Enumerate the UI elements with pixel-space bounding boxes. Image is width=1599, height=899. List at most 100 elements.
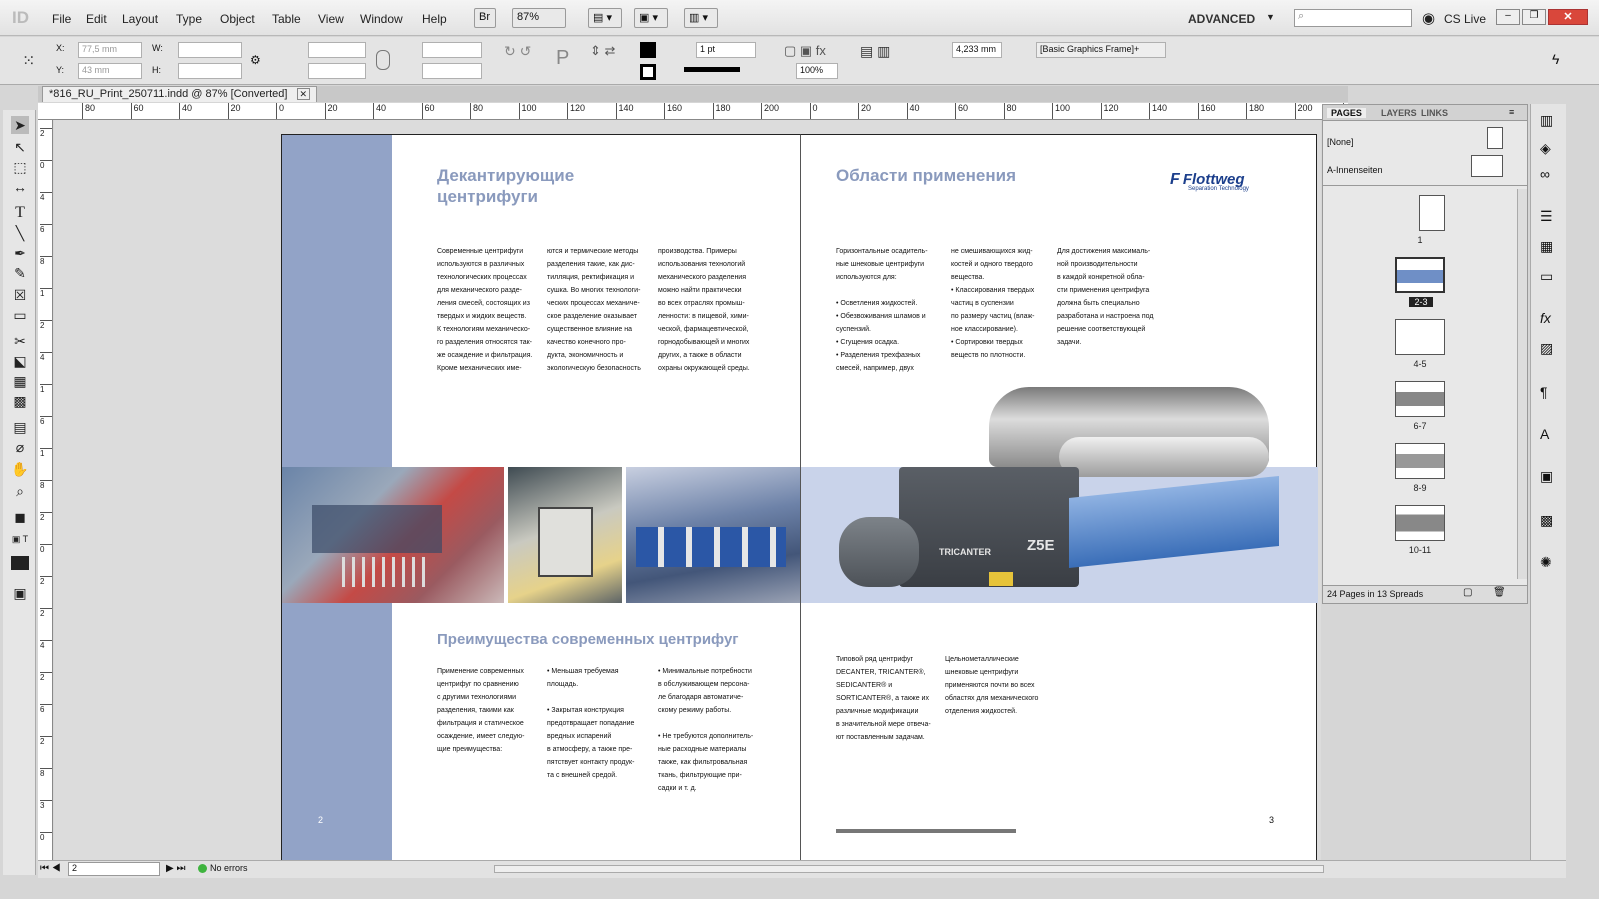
eyedropper-tool-icon[interactable]: ⌀: [11, 438, 29, 456]
layers-panel-icon[interactable]: ◈: [1540, 140, 1551, 157]
x-position-field[interactable]: 77,5 mm: [78, 42, 142, 58]
stroke-swatch-icon[interactable]: [640, 64, 656, 80]
search-input[interactable]: ⌕: [1294, 9, 1412, 27]
align-icons[interactable]: ▤ ▥: [860, 43, 890, 60]
scale-x-field[interactable]: [308, 42, 366, 58]
delete-page-icon[interactable]: 🗑: [1493, 587, 1506, 598]
width-field[interactable]: [178, 42, 242, 58]
hand-tool-icon[interactable]: ✋: [11, 460, 29, 478]
panel-scrollbar[interactable]: [1517, 189, 1527, 579]
page-thumb-6-7[interactable]: [1395, 381, 1445, 417]
screen-mode-icon[interactable]: ▣ ▾: [634, 8, 668, 28]
normal-view-icon[interactable]: [11, 556, 29, 570]
hyperlinks-panel-icon[interactable]: ▩: [1540, 512, 1553, 529]
tab-layers[interactable]: LAYERS: [1381, 108, 1417, 118]
rectangle-tool-icon[interactable]: ▭: [11, 306, 29, 324]
scale-y-field[interactable]: [308, 63, 366, 79]
line-tool-icon[interactable]: ╲: [11, 224, 29, 242]
close-button[interactable]: ✕: [1548, 9, 1588, 25]
screen-mode-tool-icon[interactable]: ▣: [11, 584, 29, 602]
horizontal-scrollbar[interactable]: [494, 865, 1324, 873]
document-tab[interactable]: *816_RU_Print_250711.indd @ 87% [Convert…: [42, 86, 318, 102]
height-field[interactable]: [178, 63, 242, 79]
zoom-tool-icon[interactable]: ⌕: [11, 482, 29, 500]
info-panel-icon[interactable]: ✺: [1540, 554, 1552, 571]
menu-layout[interactable]: Layout: [122, 12, 158, 26]
bridge-button[interactable]: Br: [474, 8, 496, 28]
corner-size-field[interactable]: 4,233 mm: [952, 42, 1002, 58]
menu-type[interactable]: Type: [176, 12, 202, 26]
opacity-field[interactable]: 100%: [796, 63, 838, 79]
master-thumb[interactable]: [1471, 155, 1503, 177]
gap-tool-icon[interactable]: ↔: [11, 178, 29, 196]
formatting-container-icon[interactable]: ▣ T: [11, 530, 29, 548]
swatches-panel-icon[interactable]: ▦: [1540, 238, 1553, 255]
none-master[interactable]: [None]: [1327, 137, 1354, 147]
links-panel-icon[interactable]: ∞: [1540, 166, 1550, 182]
text-path-icon[interactable]: P: [556, 47, 569, 70]
selection-tool-icon[interactable]: ➤: [11, 116, 29, 134]
character-styles-icon[interactable]: A: [1540, 426, 1549, 442]
stroke-type-select[interactable]: [684, 67, 740, 72]
fill-swatch-icon[interactable]: [640, 42, 656, 58]
reference-point-icon[interactable]: ⁙: [22, 51, 35, 71]
menu-file[interactable]: File: [52, 12, 71, 26]
page-thumb-1[interactable]: [1419, 195, 1445, 231]
menu-object[interactable]: Object: [220, 12, 255, 26]
pages-panel-icon[interactable]: ▥: [1540, 112, 1553, 129]
object-style-select[interactable]: [Basic Graphics Frame]+: [1036, 42, 1166, 58]
page-thumb-8-9[interactable]: [1395, 443, 1445, 479]
shear-field[interactable]: [422, 63, 482, 79]
close-tab-icon[interactable]: ✕: [296, 88, 311, 100]
paragraph-styles-icon[interactable]: ¶: [1540, 384, 1548, 400]
preflight-errors[interactable]: No errors: [210, 863, 248, 873]
panel-menu-icon[interactable]: ≡: [1509, 107, 1514, 117]
page-thumb-4-5[interactable]: [1395, 319, 1445, 355]
constrain-proportions-icon[interactable]: ⚙: [250, 53, 261, 67]
vertical-ruler[interactable]: 2 0 4 6 8 1 2 4 1 6 1 8 2 0 2 2 4 2 6 2 8 3 0: [38, 120, 53, 872]
tab-pages[interactable]: PAGES: [1327, 108, 1366, 118]
menu-window[interactable]: Window: [360, 12, 403, 26]
next-page-icon[interactable]: ▶ ⏭: [166, 863, 185, 874]
first-page-icon[interactable]: ⏮ ◀: [40, 863, 61, 874]
arrange-documents-icon[interactable]: ▥ ▾: [684, 8, 718, 28]
link-icon[interactable]: [376, 50, 390, 70]
cs-live-button[interactable]: CS Live: [1444, 12, 1486, 26]
new-page-icon[interactable]: ▢: [1463, 587, 1472, 598]
page-thumb-10-11[interactable]: [1395, 505, 1445, 541]
effects-panel-icon[interactable]: fx: [1540, 310, 1551, 326]
flip-icon[interactable]: ⇕ ⇄: [590, 43, 615, 59]
page-number-field[interactable]: 2: [68, 862, 160, 876]
gradient-feather-tool-icon[interactable]: ▩: [11, 392, 29, 410]
tab-links[interactable]: LINKS: [1421, 108, 1448, 118]
horizontal-ruler[interactable]: 80 60 40 20 0 20 40 60 80 100 120 140 160 180 200 0 20 40…: [38, 103, 1348, 120]
stroke-panel-icon[interactable]: ☰: [1540, 208, 1553, 225]
rotation-field[interactable]: [422, 42, 482, 58]
gradient-panel-icon[interactable]: ▭: [1540, 268, 1553, 285]
y-position-field[interactable]: 43 mm: [78, 63, 142, 79]
gradient-tool-icon[interactable]: ▦: [11, 372, 29, 390]
menu-table[interactable]: Table: [272, 12, 301, 26]
scissors-tool-icon[interactable]: ✂: [11, 332, 29, 350]
menu-view[interactable]: View: [318, 12, 344, 26]
menu-edit[interactable]: Edit: [86, 12, 107, 26]
type-tool-icon[interactable]: T: [11, 204, 29, 222]
page-tool-icon[interactable]: ⬚: [11, 158, 29, 176]
view-options-icon[interactable]: ▤ ▾: [588, 8, 622, 28]
note-tool-icon[interactable]: ▤: [11, 418, 29, 436]
object-styles-icon[interactable]: ▣: [1540, 468, 1553, 485]
restore-button[interactable]: ❐: [1522, 9, 1546, 25]
workspace-dropdown-icon[interactable]: ▼: [1266, 12, 1275, 22]
none-master-thumb[interactable]: [1487, 127, 1503, 149]
page-thumb-2-3[interactable]: [1395, 257, 1445, 293]
rotate-icon[interactable]: ↻ ↺: [504, 43, 531, 60]
minimize-button[interactable]: ‒: [1496, 9, 1520, 25]
pen-tool-icon[interactable]: ✒: [11, 244, 29, 262]
lightning-icon[interactable]: ϟ: [1552, 51, 1559, 67]
rectangle-frame-tool-icon[interactable]: ☒: [11, 286, 29, 304]
menu-help[interactable]: Help: [422, 12, 447, 26]
fill-stroke-swatch-icon[interactable]: ◼: [11, 508, 29, 526]
effects-icon[interactable]: ▢ ▣ fx: [784, 43, 826, 59]
stroke-weight-field[interactable]: 1 pt: [696, 42, 756, 58]
direct-selection-tool-icon[interactable]: ↖: [11, 138, 29, 156]
